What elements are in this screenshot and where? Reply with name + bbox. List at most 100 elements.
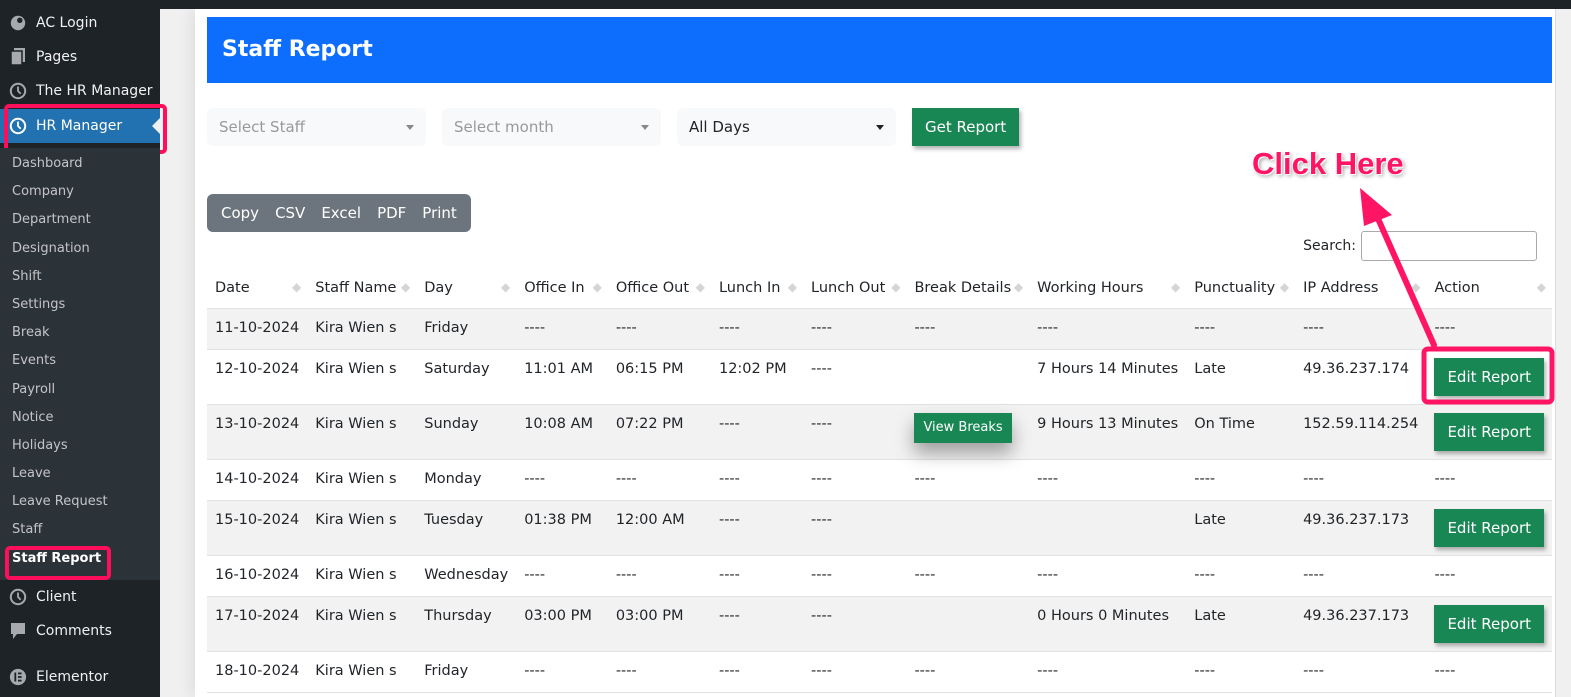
cell-office-out: 12:00 AM bbox=[607, 500, 711, 556]
cell-ip-address: ---- bbox=[1295, 459, 1427, 501]
page-scrollbar[interactable] bbox=[1555, 9, 1571, 697]
cell-ip-address: 152.59.114.254 bbox=[1295, 404, 1427, 460]
pages-icon bbox=[0, 48, 36, 66]
sort-icon: ◆ bbox=[1171, 280, 1181, 294]
edit-report-button[interactable]: Edit Report bbox=[1434, 357, 1544, 396]
column-header-break-details[interactable]: Break Details ◆ bbox=[906, 268, 1030, 309]
cell-punctuality: Late bbox=[1186, 500, 1296, 556]
cell-working-hours: 7 Hours 14 Minutes bbox=[1029, 349, 1187, 405]
column-header-day[interactable]: Day ◆ bbox=[416, 268, 517, 309]
sort-icon: ◆ bbox=[787, 280, 798, 294]
submenu-item-break[interactable]: Break bbox=[0, 319, 160, 347]
column-header-punctuality[interactable]: Punctuality ◆ bbox=[1186, 268, 1296, 309]
select-staff-dropdown[interactable]: Select Staff bbox=[207, 108, 426, 146]
cell-working-hours bbox=[1029, 500, 1187, 556]
chevron-down-icon bbox=[641, 124, 649, 130]
clock-icon bbox=[0, 588, 36, 606]
cell-action: Edit Report bbox=[1426, 404, 1552, 460]
column-header-date[interactable]: Date ◆ bbox=[207, 268, 308, 309]
sidebar-item-label: Comments bbox=[36, 623, 112, 639]
days-selected-value: All Days bbox=[689, 118, 750, 136]
cell-date: 15-10-2024 bbox=[207, 500, 308, 556]
sidebar-item-client[interactable]: Client bbox=[0, 580, 160, 614]
cell-action: ---- bbox=[1426, 459, 1552, 501]
cell-office-in: 10:08 AM bbox=[516, 404, 608, 460]
submenu-item-designation[interactable]: Designation bbox=[0, 235, 160, 263]
select-month-dropdown[interactable]: Select month bbox=[442, 108, 661, 146]
sort-icon: ◆ bbox=[695, 280, 705, 294]
column-header-lunch-out[interactable]: Lunch Out ◆ bbox=[803, 268, 907, 309]
cell-action: Edit Report bbox=[1426, 500, 1552, 556]
sidebar-item-ac-login[interactable]: AC Login bbox=[0, 6, 160, 40]
column-header-lunch-in[interactable]: Lunch In ◆ bbox=[710, 268, 804, 309]
column-header-office-out[interactable]: Office Out ◆ bbox=[607, 268, 711, 309]
pdf-button[interactable]: PDF bbox=[369, 194, 414, 232]
column-header-working-hours[interactable]: Working Hours ◆ bbox=[1029, 268, 1187, 309]
sort-icon: ◆ bbox=[891, 280, 901, 294]
excel-button[interactable]: Excel bbox=[313, 194, 369, 232]
column-header-ip-address[interactable]: IP Address ◆ bbox=[1295, 268, 1427, 309]
cell-office-in: ---- bbox=[516, 651, 608, 693]
submenu-item-notice[interactable]: Notice bbox=[0, 404, 160, 432]
days-dropdown[interactable]: All Days bbox=[677, 108, 896, 146]
edit-report-button[interactable]: Edit Report bbox=[1434, 508, 1544, 547]
submenu-item-holidays[interactable]: Holidays bbox=[0, 432, 160, 460]
admin-sidebar: AC Login Pages The HR Manager HR Manager… bbox=[0, 0, 167, 697]
cell-punctuality: Late bbox=[1186, 596, 1296, 652]
submenu-item-company[interactable]: Company bbox=[0, 178, 160, 206]
column-header-office-in[interactable]: Office In ◆ bbox=[516, 268, 608, 309]
active-indicator-caret bbox=[152, 118, 160, 134]
submenu-item-events[interactable]: Events bbox=[0, 347, 160, 375]
column-header-staff-name[interactable]: Staff Name ◆ bbox=[307, 268, 417, 309]
column-header-action[interactable]: Action ◆ bbox=[1426, 268, 1552, 309]
sidebar-item-label: The HR Manager bbox=[36, 83, 153, 99]
cell-day: Saturday bbox=[416, 349, 517, 405]
table-row: 11-10-2024 Kira Wien s Friday ---- ---- … bbox=[207, 308, 1552, 350]
submenu-item-staff[interactable]: Staff bbox=[0, 516, 160, 544]
edit-report-button[interactable]: Edit Report bbox=[1434, 604, 1544, 643]
table-row: 12-10-2024 Kira Wien s Saturday 11:01 AM… bbox=[207, 349, 1552, 405]
submenu-item-payroll[interactable]: Payroll bbox=[0, 376, 160, 404]
sidebar-item-label: HR Manager bbox=[36, 118, 123, 134]
cell-staff-name: Kira Wien s bbox=[307, 404, 417, 460]
submenu-item-dashboard[interactable]: Dashboard bbox=[0, 150, 160, 178]
cell-office-out: ---- bbox=[607, 651, 711, 693]
sidebar-item-pages[interactable]: Pages bbox=[0, 40, 160, 74]
sidebar-item-the-hr-manager[interactable]: The HR Manager bbox=[0, 74, 160, 108]
view-breaks-button[interactable]: View Breaks bbox=[914, 412, 1012, 443]
report-filters: Select Staff Select month All Days Get R… bbox=[207, 108, 1020, 146]
table-row: 15-10-2024 Kira Wien s Tuesday 01:38 PM … bbox=[207, 500, 1552, 556]
cell-working-hours: 0 Hours 0 Minutes bbox=[1029, 596, 1187, 652]
cell-lunch-out: ---- bbox=[803, 651, 907, 693]
cell-action: Edit Report bbox=[1426, 596, 1552, 652]
sidebar-item-hr-manager[interactable]: HR Manager bbox=[0, 109, 160, 143]
table-row: 16-10-2024 Kira Wien s Wednesday ---- --… bbox=[207, 555, 1552, 597]
search-input[interactable] bbox=[1361, 231, 1537, 261]
submenu-item-shift[interactable]: Shift bbox=[0, 263, 160, 291]
submenu-item-department[interactable]: Department bbox=[0, 206, 160, 234]
clock-icon bbox=[0, 82, 36, 100]
cell-office-out: 07:22 PM bbox=[607, 404, 711, 460]
copy-button[interactable]: Copy bbox=[213, 194, 267, 232]
cell-staff-name: Kira Wien s bbox=[307, 459, 417, 501]
print-button[interactable]: Print bbox=[414, 194, 465, 232]
sidebar-item-elementor[interactable]: Elementor bbox=[0, 660, 160, 694]
submenu-item-staff-report[interactable]: Staff Report bbox=[0, 545, 160, 573]
cell-office-out: 06:15 PM bbox=[607, 349, 711, 405]
table-row: 13-10-2024 Kira Wien s Sunday 10:08 AM 0… bbox=[207, 404, 1552, 460]
submenu-item-leave[interactable]: Leave bbox=[0, 460, 160, 488]
submenu-item-settings[interactable]: Settings bbox=[0, 291, 160, 319]
cell-break-details: View Breaks bbox=[906, 404, 1030, 460]
cell-ip-address: ---- bbox=[1295, 308, 1427, 350]
sidebar-item-comments[interactable]: Comments bbox=[0, 614, 160, 648]
cell-office-out: ---- bbox=[607, 308, 711, 350]
csv-button[interactable]: CSV bbox=[267, 194, 313, 232]
cell-lunch-out: ---- bbox=[803, 308, 907, 350]
edit-report-button[interactable]: Edit Report bbox=[1434, 412, 1544, 451]
cell-working-hours: 9 Hours 13 Minutes bbox=[1029, 404, 1187, 460]
sidebar-item-label: Client bbox=[36, 589, 77, 605]
cell-staff-name: Kira Wien s bbox=[307, 349, 417, 405]
submenu-item-leave-request[interactable]: Leave Request bbox=[0, 488, 160, 516]
get-report-button[interactable]: Get Report bbox=[912, 108, 1020, 146]
cell-office-out: ---- bbox=[607, 459, 711, 501]
